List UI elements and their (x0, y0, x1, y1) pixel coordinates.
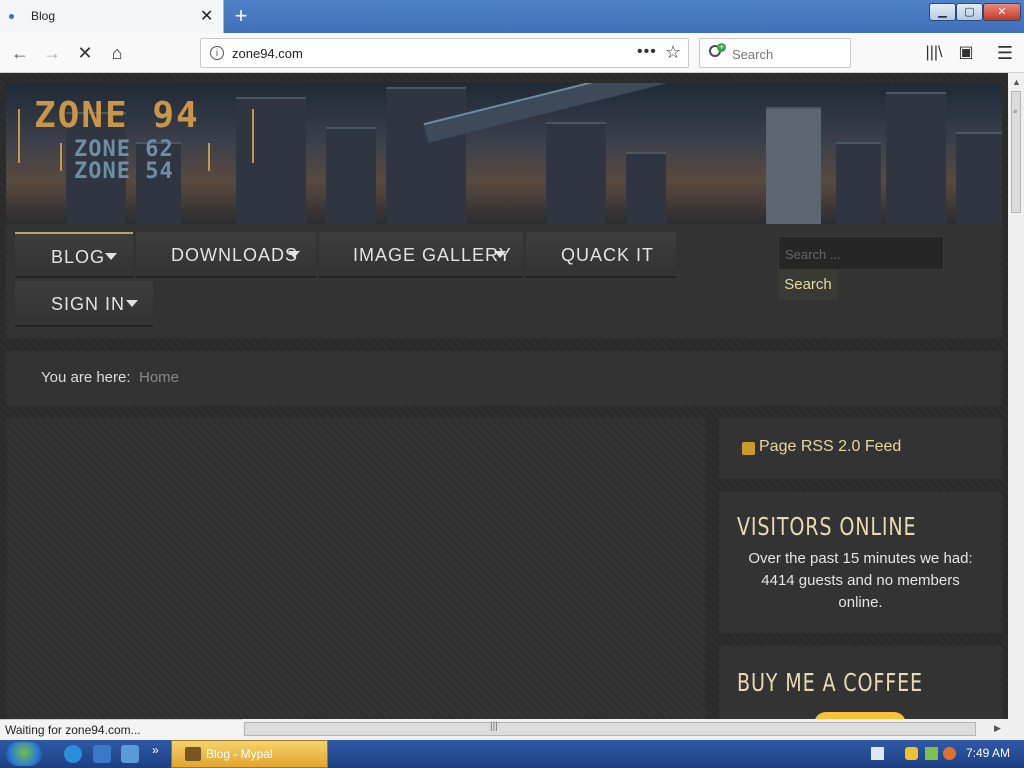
start-button[interactable] (6, 742, 42, 766)
tab-loading-icon (9, 14, 14, 19)
dropdown-caret-icon (126, 300, 138, 307)
horizontal-scroll-thumb[interactable] (244, 722, 976, 736)
banner-building (546, 122, 606, 224)
menu-label: DOWNLOADS (171, 245, 299, 265)
forward-icon[interactable]: → (40, 41, 64, 65)
scroll-right-icon[interactable]: ▶ (994, 723, 1001, 734)
tab-bar: Blog ✕ + ▁ ▢ ✕ (0, 0, 1024, 33)
site-info-icon[interactable]: i (210, 46, 224, 60)
banner-building (836, 142, 881, 224)
close-window-button[interactable]: ✕ (983, 3, 1021, 21)
url-text[interactable]: zone94.com (232, 46, 303, 61)
scroll-grip-icon: ≡ (1013, 109, 1018, 116)
home-icon[interactable]: ⌂ (105, 41, 129, 65)
browser-search-field[interactable]: + Search (699, 38, 851, 68)
tab-title: Blog (31, 9, 56, 23)
menu-item-sign-in[interactable]: SIGN IN (15, 281, 153, 327)
main-content (6, 418, 706, 719)
taskbar-window-label: Blog - Mypal (206, 747, 273, 761)
page-actions-icon[interactable]: ••• (637, 43, 657, 61)
breadcrumb: You are here: Home (6, 351, 1002, 405)
dropdown-caret-icon (105, 253, 117, 260)
site-logo[interactable]: ZONE 94 (34, 95, 200, 136)
back-icon[interactable]: ← (8, 41, 32, 65)
add-search-engine-icon: + (717, 42, 726, 52)
banner-building (886, 92, 946, 224)
keyboard-icon[interactable] (871, 747, 884, 760)
internet-explorer-icon[interactable] (64, 745, 82, 763)
scroll-corner (1008, 719, 1024, 740)
network-icon[interactable] (925, 747, 938, 760)
search-placeholder: Search (732, 47, 774, 62)
breadcrumb-label: You are here: (41, 369, 131, 386)
menu-label: QUACK IT (561, 245, 655, 265)
tab-close-icon[interactable]: ✕ (200, 6, 213, 26)
logo-subtitle-2: ZONE 54 (74, 159, 174, 184)
search-tray-icon[interactable] (943, 747, 956, 760)
app-icon[interactable] (121, 745, 139, 763)
more-icon[interactable]: » (152, 743, 159, 757)
coffee-widget: BUY ME A COFFEE (719, 646, 1002, 719)
site-banner: ZONE 94 ZONE 62 ZONE 54 (6, 83, 1002, 224)
main-menu: BLOG DOWNLOADS IMAGE GALLERY QUACK IT SI… (6, 224, 1002, 338)
dropdown-caret-icon (288, 251, 300, 258)
coffee-title: BUY ME A COFFEE (737, 668, 923, 697)
scroll-up-icon[interactable]: ▲ (1012, 77, 1021, 87)
app-icon[interactable] (93, 745, 111, 763)
menu-label: IMAGE GALLERY (353, 245, 512, 265)
taskbar-window-blog[interactable]: Blog - Mypal (171, 740, 328, 768)
banner-building (326, 127, 376, 224)
rss-icon (742, 442, 755, 455)
shield-icon[interactable] (905, 747, 918, 760)
rss-feed-link[interactable]: Page RSS 2.0 Feed (759, 438, 901, 456)
navigation-toolbar: ← → ✕ ⌂ i zone94.com ••• ☆ + Search |||\… (0, 33, 1024, 73)
banner-building (626, 152, 666, 224)
tab-blog[interactable]: Blog ✕ (0, 0, 224, 33)
horizontal-scrollbar[interactable]: ||| ▶ (242, 719, 1008, 740)
breadcrumb-home: Home (139, 369, 180, 386)
web-page: ZONE 94 ZONE 62 ZONE 54 BLOG DOWNLOADS I… (0, 73, 1008, 719)
menu-icon[interactable]: ☰ (993, 41, 1017, 65)
taskbar: » Blog - Mypal 7:49 AM (0, 740, 1024, 768)
menu-label: SIGN IN (51, 294, 126, 314)
mypal-icon (185, 747, 201, 761)
maximize-button[interactable]: ▢ (956, 3, 983, 21)
menu-item-downloads[interactable]: DOWNLOADS (136, 232, 316, 278)
site-search-input[interactable]: Search ... (778, 236, 944, 270)
status-text: Waiting for zone94.com... (5, 723, 141, 737)
banner-building (766, 107, 821, 224)
visitors-title: VISITORS ONLINE (737, 512, 917, 541)
menu-item-image-gallery[interactable]: IMAGE GALLERY (319, 232, 523, 278)
rss-widget: Page RSS 2.0 Feed (719, 418, 1002, 479)
banner-building (386, 87, 466, 224)
sidebar-icon[interactable]: ▣ (954, 41, 978, 65)
visitors-text: Over the past 15 minutes we had: 4414 gu… (748, 550, 973, 611)
scroll-grip-icon: ||| (490, 721, 498, 732)
stop-icon[interactable]: ✕ (73, 41, 97, 65)
site-search-placeholder: Search ... (785, 247, 841, 262)
site-search-button[interactable]: Search (778, 270, 838, 300)
minimize-button[interactable]: ▁ (929, 3, 956, 21)
menu-item-blog[interactable]: BLOG (15, 232, 133, 278)
visitors-widget: VISITORS ONLINE Over the past 15 minutes… (719, 492, 1002, 633)
clock[interactable]: 7:49 AM (966, 746, 1010, 760)
library-icon[interactable]: |||\ (922, 41, 946, 65)
menu-label: BLOG (51, 247, 106, 267)
dropdown-caret-icon (494, 251, 506, 258)
bookmark-star-icon[interactable]: ☆ (665, 42, 681, 63)
status-bar: Waiting for zone94.com... (0, 719, 242, 740)
vertical-scrollbar[interactable]: ▲ ≡ (1008, 73, 1024, 719)
url-bar[interactable]: i zone94.com ••• ☆ (200, 38, 689, 68)
donate-button[interactable] (814, 712, 906, 719)
new-tab-button[interactable]: + (230, 3, 252, 29)
menu-item-quack-it[interactable]: QUACK IT (526, 232, 676, 278)
banner-building (956, 132, 1002, 224)
